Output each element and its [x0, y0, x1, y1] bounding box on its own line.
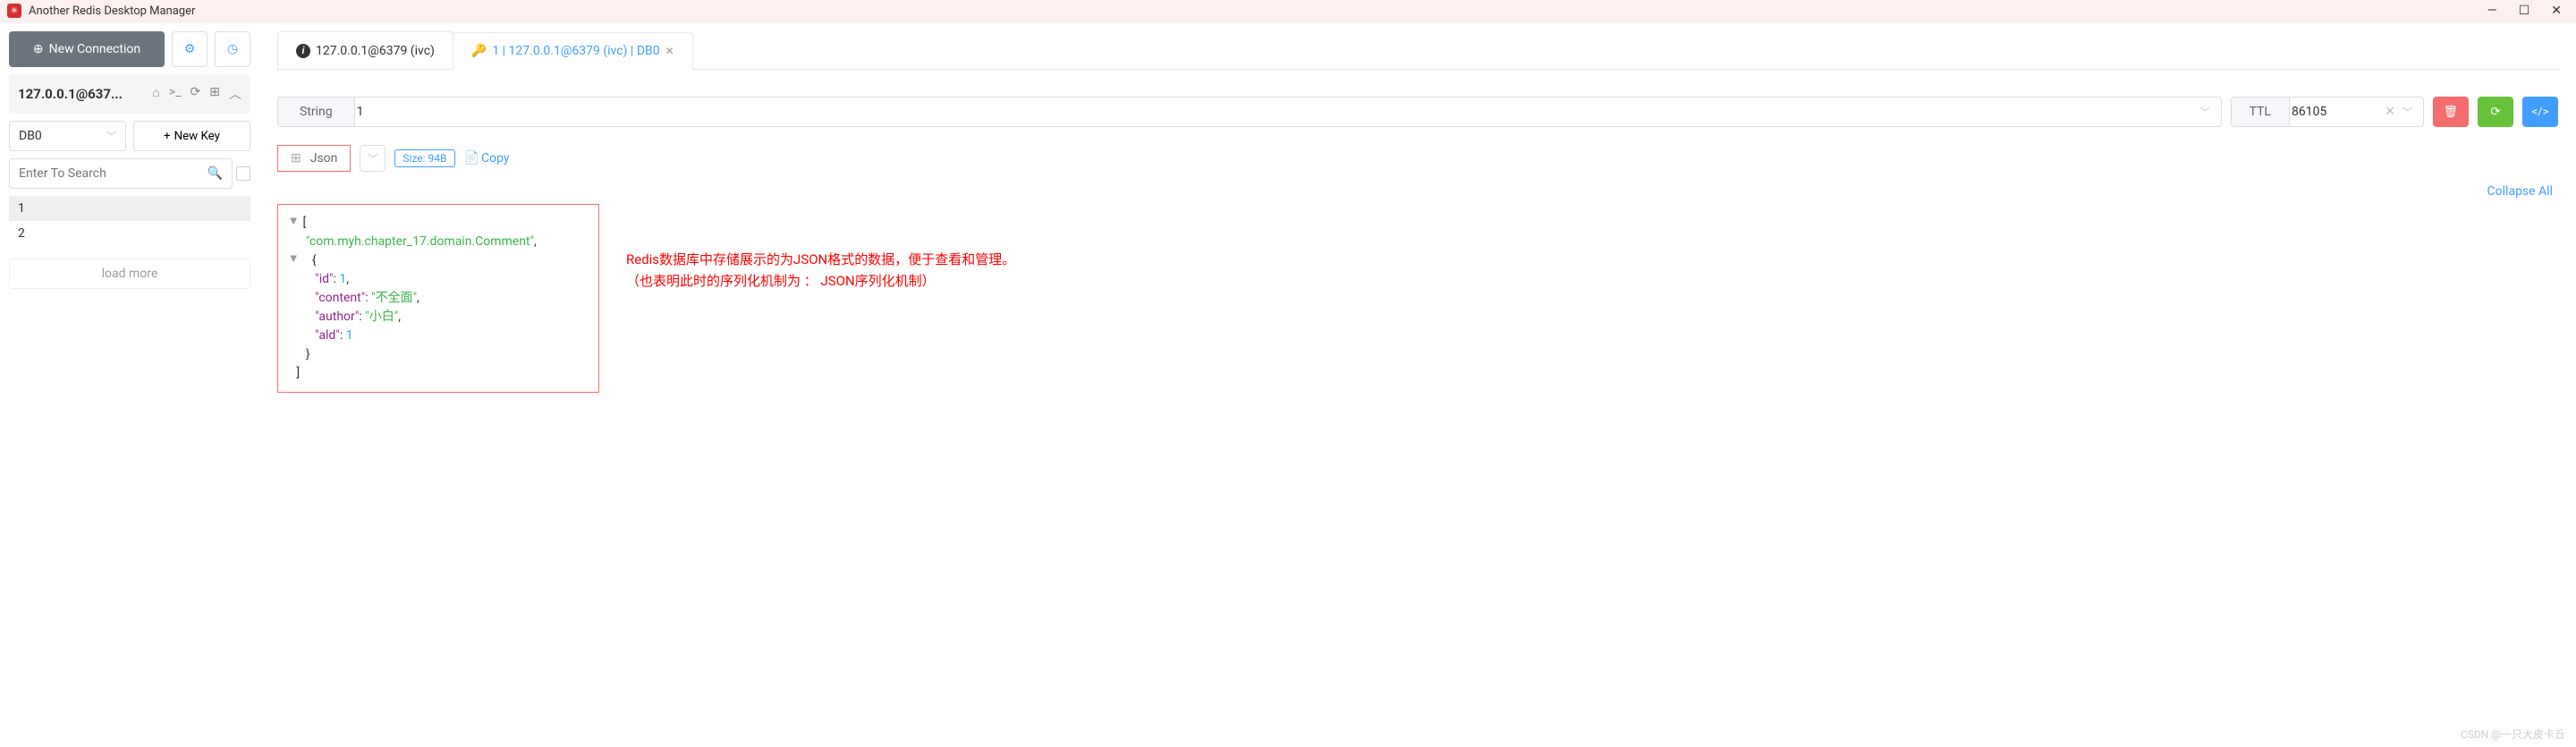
new-key-button[interactable]: + New Key: [133, 121, 250, 151]
sidebar: ⊕ New Connection ⚙ ◷ 127.0.0.1@637... ⌂ …: [0, 22, 259, 743]
copy-label: Copy: [481, 151, 510, 166]
tabs: i 127.0.0.1@6379 (ivc) 🔑 1 | 127.0.0.1@6…: [277, 31, 2558, 70]
format-value: Json: [310, 151, 338, 166]
code-icon: </>: [2531, 106, 2548, 119]
load-more-button[interactable]: load more: [9, 259, 250, 289]
json-class-name: com.myh.chapter_17.domain.Comment: [309, 234, 530, 249]
collapse-icon[interactable]: ︿: [229, 85, 242, 103]
json-author: 小白: [369, 310, 394, 324]
close-tab-icon[interactable]: ✕: [665, 45, 674, 57]
clock-icon: ◷: [227, 42, 238, 56]
key-item[interactable]: 2: [9, 221, 250, 246]
history-icon-button[interactable]: ◷: [215, 31, 250, 67]
json-content: 不全面: [376, 291, 413, 305]
minimize-button[interactable]: —: [2487, 4, 2497, 18]
annotation-line1: Redis数据库中存储展示的为JSON格式的数据，便于查看和管理。: [626, 249, 1015, 270]
db-select-value: DB0: [19, 129, 42, 143]
connection-header[interactable]: 127.0.0.1@637... ⌂ >_ ⟳ ⊞ ︿: [9, 74, 250, 114]
annotation-text: Redis数据库中存储展示的为JSON格式的数据，便于查看和管理。 （也表明此时…: [626, 249, 1015, 292]
title-bar: ✳ Another Redis Desktop Manager — ☐ ✕: [0, 0, 2576, 22]
new-connection-button[interactable]: ⊕ New Connection: [9, 31, 165, 67]
info-icon: i: [296, 44, 310, 58]
terminal-icon[interactable]: >_: [169, 85, 182, 103]
format-row: ⊞ Json ﹀ Size: 94B 📄 Copy: [277, 145, 2558, 172]
chevron-down-icon[interactable]: ﹀: [2200, 105, 2210, 119]
toggle-icon[interactable]: ▶: [287, 256, 301, 268]
maximize-button[interactable]: ☐: [2519, 4, 2530, 18]
refresh-button[interactable]: ⟳: [2478, 97, 2513, 127]
home-icon[interactable]: ⌂: [152, 85, 159, 103]
grid-icon[interactable]: ⊞: [209, 85, 220, 103]
key-name-input[interactable]: 1 ﹀: [346, 97, 2222, 127]
key-name-value: 1: [357, 105, 364, 119]
tab-server-info[interactable]: i 127.0.0.1@6379 (ivc): [277, 31, 453, 69]
close-button[interactable]: ✕: [2551, 4, 2562, 18]
json-viewer[interactable]: ▶ [ "com.myh.chapter_17.domain.Comment",…: [277, 204, 599, 393]
chevron-down-icon: ﹀: [368, 153, 377, 165]
filter-checkbox[interactable]: [236, 166, 250, 181]
key-info-row: String 1 ﹀ TTL 86105 ✕ ﹀ 🗑: [277, 97, 2558, 127]
key-type: String: [277, 97, 355, 127]
ttl-input[interactable]: 86105 ✕ ﹀: [2281, 97, 2424, 127]
collapse-all-button[interactable]: Collapse All: [277, 184, 2558, 199]
refresh-icon: ⟳: [2490, 106, 2500, 119]
clear-ttl-icon[interactable]: ✕: [2385, 105, 2395, 119]
new-connection-label: New Connection: [49, 42, 140, 56]
key-item[interactable]: 1: [9, 196, 250, 221]
delete-button[interactable]: 🗑: [2433, 97, 2469, 127]
chevron-down-icon[interactable]: ﹀: [2402, 105, 2412, 119]
json-ald: 1: [346, 328, 353, 343]
ttl-value: 86105: [2292, 105, 2326, 119]
connection-label: 127.0.0.1@637...: [18, 86, 123, 102]
new-key-label: New Key: [174, 130, 220, 143]
window-controls: — ☐ ✕: [2487, 4, 2569, 18]
tab-key-detail[interactable]: 🔑 1 | 127.0.0.1@6379 (ivc) | DB0 ✕: [453, 32, 693, 70]
window-title: Another Redis Desktop Manager: [29, 4, 2487, 18]
tree-icon: ⊞: [291, 151, 301, 166]
key-icon: 🔑: [471, 44, 487, 58]
search-input-wrapper: 🔍: [9, 158, 233, 189]
tab-label: 127.0.0.1@6379 (ivc): [316, 44, 435, 58]
app-icon: ✳: [7, 4, 21, 18]
watermark: CSDN @一只大皮卡丘: [2461, 726, 2565, 742]
settings-icon-button[interactable]: ⚙: [172, 31, 208, 67]
gear-icon: ⚙: [184, 42, 196, 56]
plus-icon: +: [164, 130, 171, 143]
size-badge: Size: 94B: [394, 149, 454, 167]
key-list: 1 2: [9, 196, 250, 246]
trash-icon: 🗑: [2444, 106, 2459, 119]
refresh-icon[interactable]: ⟳: [191, 85, 201, 103]
copy-icon: 📄: [464, 151, 479, 166]
search-input[interactable]: [19, 166, 205, 181]
tab-label: 1 | 127.0.0.1@6379 (ivc) | DB0: [492, 44, 659, 58]
chevron-down-icon: ﹀: [106, 129, 116, 143]
search-icon[interactable]: 🔍: [208, 166, 223, 181]
content-area: i 127.0.0.1@6379 (ivc) 🔑 1 | 127.0.0.1@6…: [259, 22, 2576, 743]
format-select[interactable]: ⊞ Json: [277, 145, 351, 172]
format-dropdown[interactable]: ﹀: [360, 145, 386, 172]
toggle-icon[interactable]: ▶: [287, 218, 301, 231]
copy-button[interactable]: 📄 Copy: [464, 151, 510, 166]
db-select[interactable]: DB0 ﹀: [9, 121, 126, 151]
annotation-line2: （也表明此时的序列化机制为 ： JSON序列化机制）: [626, 270, 1015, 292]
code-button[interactable]: </>: [2522, 97, 2558, 127]
plus-icon: ⊕: [33, 42, 44, 56]
